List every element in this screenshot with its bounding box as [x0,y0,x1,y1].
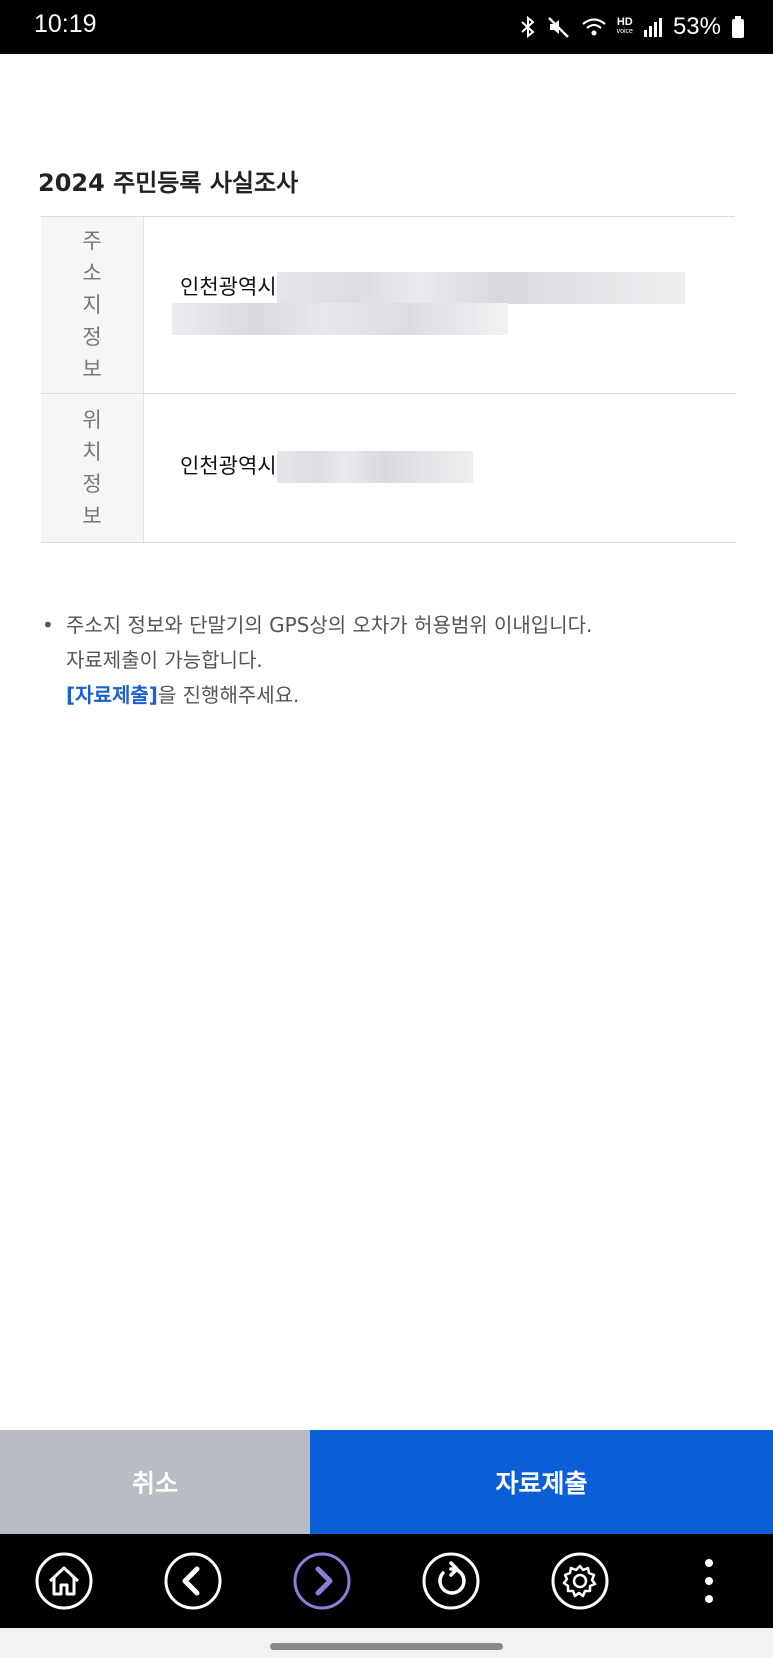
address-info-label: 주소지정보 [82,229,102,381]
gesture-handle[interactable] [270,1643,503,1650]
status-icons: HD voice 53% [519,12,745,42]
submit-link-text: [자료제출] [66,683,158,707]
notice-line-1: 주소지 정보와 단말기의 GPS상의 오차가 허용범위 이내입니다. [66,613,593,637]
notice: • 주소지 정보와 단말기의 GPS상의 오차가 허용범위 이내입니다. 자료제… [42,608,592,713]
page-title: 2024 주민등록 사실조사 [38,169,299,197]
status-bar: 10:19 HD voice 53% [0,0,773,54]
home-icon[interactable] [34,1551,94,1611]
address-value: 인천광역시 [180,275,277,299]
redacted-location-block [276,451,473,483]
battery-icon [731,15,745,39]
address-info-value-cell: 인천광역시 [143,216,735,394]
hd-sub-label: voice [616,28,633,35]
info-table: 주소지정보 인천광역시 위치정보 인천광역시 [41,216,735,543]
status-time: 10:19 [34,10,97,38]
bottom-navigation-bar [0,1534,773,1628]
location-info-label-cell: 위치정보 [41,393,144,543]
submit-button[interactable]: 자료제출 [310,1430,773,1534]
notice-line-3-rest: 을 진행해주세요. [157,683,300,707]
redacted-address-block [276,272,685,304]
wifi-icon [581,16,607,38]
hd-voice-icon: HD voice [617,17,633,37]
table-row-location: 위치정보 인천광역시 [41,393,735,543]
signal-icon [643,16,663,38]
cancel-button[interactable]: 취소 [0,1430,310,1534]
back-icon[interactable] [163,1551,223,1611]
location-value-line: 인천광역시 [180,450,473,483]
settings-icon[interactable] [550,1551,610,1611]
mute-icon [547,15,571,39]
table-row-address: 주소지정보 인천광역시 [41,216,735,394]
address-value-line-2 [172,303,508,335]
notice-bullet: • [42,613,54,637]
location-value: 인천광역시 [180,454,277,478]
address-info-label-cell: 주소지정보 [41,216,144,394]
refresh-icon[interactable] [421,1551,481,1611]
bluetooth-icon [519,15,537,39]
location-info-value-cell: 인천광역시 [143,393,735,543]
more-icon[interactable] [679,1551,739,1611]
redacted-address-block-2 [172,303,508,335]
battery-percent: 53% [672,13,721,40]
location-info-label: 위치정보 [82,408,102,528]
notice-line-2: 자료제출이 가능합니다. [66,648,263,672]
notice-line-3: [자료제출]을 진행해주세요. [66,678,592,713]
address-value-line: 인천광역시 [180,271,685,304]
forward-icon[interactable] [292,1551,352,1611]
